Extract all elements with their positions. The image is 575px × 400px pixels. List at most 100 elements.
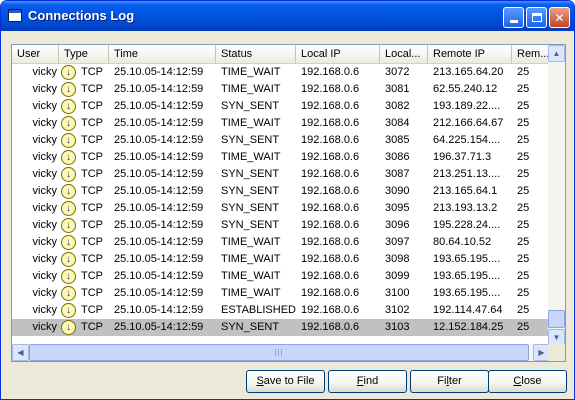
- column-header-local-ip[interactable]: Local IP: [296, 45, 380, 64]
- cell-user: vicky: [32, 236, 57, 248]
- horizontal-scrollbar[interactable]: ◀ ||| ▶: [12, 344, 550, 361]
- connections-log-window: Connections Log ✕ User Type Time Status …: [0, 0, 575, 400]
- cell-local-ip: 192.168.0.6: [301, 219, 360, 231]
- cell-status: SYN_SENT: [221, 134, 280, 146]
- chevron-left-icon: ◀: [17, 348, 24, 357]
- close-window-button[interactable]: ✕: [549, 7, 570, 28]
- cell-remote-port: 25: [517, 253, 530, 265]
- table-row[interactable]: vicky ↓ TCP 25.10.05-14:12:59 TIME_WAIT 192.1…: [12, 234, 550, 251]
- info-arrow-icon: ↓: [61, 116, 76, 131]
- table-row[interactable]: vicky ↓ TCP 25.10.05-14:12:59 SYN_SENT 192.16…: [12, 319, 550, 336]
- cell-status: ESTABLISHED: [221, 304, 296, 316]
- info-arrow-icon: ↓: [61, 252, 76, 267]
- list-header: User Type Time Status Local IP Local... …: [12, 45, 565, 64]
- save-to-file-button[interactable]: Save to File: [246, 370, 325, 393]
- table-row[interactable]: vicky ↓ TCP 25.10.05-14:12:59 TIME_WAIT 192.1…: [12, 251, 550, 268]
- table-row[interactable]: vicky ↓ TCP 25.10.05-14:12:59 SYN_SENT 192.16…: [12, 166, 550, 183]
- table-row[interactable]: vicky ↓ TCP 25.10.05-14:12:59 ESTABLISHED 192…: [12, 302, 550, 319]
- cell-status: TIME_WAIT: [221, 253, 281, 265]
- cell-local-ip: 192.168.0.6: [301, 168, 360, 180]
- cell-type: ↓ TCP: [59, 132, 109, 149]
- scroll-left-button[interactable]: ◀: [12, 344, 29, 361]
- vertical-scroll-thumb[interactable]: [548, 310, 565, 328]
- table-row[interactable]: vicky ↓ TCP 25.10.05-14:12:59 SYN_SENT 192.16…: [12, 132, 550, 149]
- column-header-time[interactable]: Time: [109, 45, 216, 64]
- cell-local-ip: 192.168.0.6: [301, 202, 360, 214]
- cell-local-port: 3090: [385, 185, 410, 197]
- info-arrow-icon: ↓: [61, 150, 76, 165]
- cell-remote-port: 25: [517, 100, 530, 112]
- find-button[interactable]: Find: [328, 370, 407, 393]
- column-header-type[interactable]: Type: [59, 45, 109, 64]
- cell-status: SYN_SENT: [221, 219, 280, 231]
- cell-remote-ip: 193.65.195....: [433, 287, 501, 299]
- cell-local-port: 3099: [385, 270, 410, 282]
- table-row[interactable]: vicky ↓ TCP 25.10.05-14:12:59 SYN_SENT 192.16…: [12, 183, 550, 200]
- table-row[interactable]: vicky ↓ TCP 25.10.05-14:12:59 SYN_SENT 192.16…: [12, 98, 550, 115]
- window-icon: [8, 9, 22, 22]
- cell-status: SYN_SENT: [221, 185, 280, 197]
- cell-type: ↓ TCP: [59, 234, 109, 251]
- cell-type: ↓ TCP: [59, 98, 109, 115]
- table-row[interactable]: vicky ↓ TCP 25.10.05-14:12:59 SYN_SENT 192.16…: [12, 200, 550, 217]
- close-button[interactable]: Close: [488, 370, 567, 393]
- table-row[interactable]: vicky ↓ TCP 25.10.05-14:12:59 TIME_WAIT 192.1…: [12, 149, 550, 166]
- cell-type: ↓ TCP: [59, 251, 109, 268]
- cell-time: 25.10.05-14:12:59: [114, 236, 204, 248]
- column-header-remote-port[interactable]: Rem...: [512, 45, 550, 64]
- horizontal-scroll-thumb[interactable]: |||: [29, 344, 529, 361]
- info-arrow-icon: ↓: [61, 82, 76, 97]
- cell-remote-port: 25: [517, 151, 530, 163]
- table-row[interactable]: vicky ↓ TCP 25.10.05-14:12:59 TIME_WAIT 192.1…: [12, 285, 550, 302]
- grip-icon: |||: [274, 348, 284, 357]
- cell-local-port: 3086: [385, 151, 410, 163]
- cell-remote-port: 25: [517, 168, 530, 180]
- scroll-up-button[interactable]: ▲: [548, 45, 565, 62]
- table-row[interactable]: vicky ↓ TCP 25.10.05-14:12:59 TIME_WAIT 192.1…: [12, 268, 550, 285]
- info-arrow-icon: ↓: [61, 201, 76, 216]
- column-header-user[interactable]: User: [12, 45, 59, 64]
- info-arrow-icon: ↓: [61, 99, 76, 114]
- column-header-remote-ip[interactable]: Remote IP: [428, 45, 512, 64]
- cell-remote-ip: 213.165.64.1: [433, 185, 498, 197]
- cell-time: 25.10.05-14:12:59: [114, 134, 204, 146]
- window-title: Connections Log: [28, 8, 135, 23]
- cell-type: ↓ TCP: [59, 285, 109, 302]
- cell-time: 25.10.05-14:12:59: [114, 321, 204, 333]
- cell-status: TIME_WAIT: [221, 270, 281, 282]
- title-bar[interactable]: Connections Log ✕: [1, 1, 574, 31]
- cell-local-port: 3072: [385, 66, 410, 78]
- cell-local-port: 3085: [385, 134, 410, 146]
- cell-local-port: 3081: [385, 83, 410, 95]
- connections-list[interactable]: User Type Time Status Local IP Local... …: [11, 44, 566, 362]
- info-arrow-icon: ↓: [61, 167, 76, 182]
- cell-time: 25.10.05-14:12:59: [114, 117, 204, 129]
- cell-time: 25.10.05-14:12:59: [114, 185, 204, 197]
- cell-time: 25.10.05-14:12:59: [114, 202, 204, 214]
- cell-user: vicky: [32, 253, 57, 265]
- table-row[interactable]: vicky ↓ TCP 25.10.05-14:12:59 TIME_WAIT 192.1…: [12, 81, 550, 98]
- minimize-button[interactable]: [503, 7, 524, 28]
- cell-time: 25.10.05-14:12:59: [114, 287, 204, 299]
- cell-user: vicky: [32, 117, 57, 129]
- table-row[interactable]: vicky ↓ TCP 25.10.05-14:12:59 TIME_WAIT 192.1…: [12, 64, 550, 81]
- cell-local-ip: 192.168.0.6: [301, 100, 360, 112]
- cell-remote-port: 25: [517, 321, 530, 333]
- maximize-button[interactable]: [526, 7, 547, 28]
- cell-time: 25.10.05-14:12:59: [114, 83, 204, 95]
- filter-button[interactable]: Filter: [410, 370, 489, 393]
- cell-user: vicky: [32, 202, 57, 214]
- info-arrow-icon: ↓: [61, 184, 76, 199]
- column-header-status[interactable]: Status: [216, 45, 296, 64]
- vertical-scrollbar[interactable]: ▲ ▼: [548, 45, 565, 346]
- scroll-corner: [548, 344, 565, 361]
- column-header-local-port[interactable]: Local...: [380, 45, 428, 64]
- cell-remote-port: 25: [517, 236, 530, 248]
- table-row[interactable]: vicky ↓ TCP 25.10.05-14:12:59 TIME_WAIT 192.1…: [12, 115, 550, 132]
- cell-type: ↓ TCP: [59, 166, 109, 183]
- table-row[interactable]: vicky ↓ TCP 25.10.05-14:12:59 SYN_SENT 192.16…: [12, 217, 550, 234]
- cell-remote-port: 25: [517, 304, 530, 316]
- cell-local-ip: 192.168.0.6: [301, 151, 360, 163]
- cell-remote-ip: 62.55.240.12: [433, 83, 498, 95]
- close-icon: ✕: [554, 10, 565, 25]
